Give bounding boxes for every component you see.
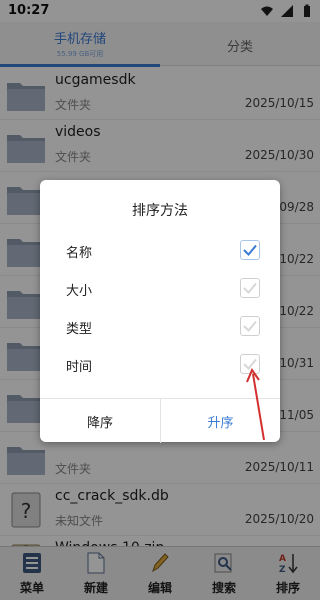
sort-option-label: 名称 xyxy=(66,246,93,261)
sort-option-type[interactable]: 类型 xyxy=(40,308,280,346)
check-icon xyxy=(243,320,257,332)
sort-option-size[interactable]: 大小 xyxy=(40,270,280,308)
check-icon xyxy=(243,244,257,256)
sort-option-name[interactable]: 名称 xyxy=(40,232,280,270)
sort-option-label: 类型 xyxy=(66,322,93,337)
annotation-arrow-icon xyxy=(246,368,265,441)
checkbox-unchecked[interactable] xyxy=(240,278,260,298)
checkbox-unchecked[interactable] xyxy=(240,316,260,336)
checkbox-checked[interactable] xyxy=(240,240,260,260)
check-icon xyxy=(243,282,257,294)
descending-button[interactable]: 降序 xyxy=(40,399,160,443)
sort-option-label: 时间 xyxy=(66,360,93,375)
dialog-title: 排序方法 xyxy=(132,203,188,219)
sort-option-label: 大小 xyxy=(66,284,93,299)
